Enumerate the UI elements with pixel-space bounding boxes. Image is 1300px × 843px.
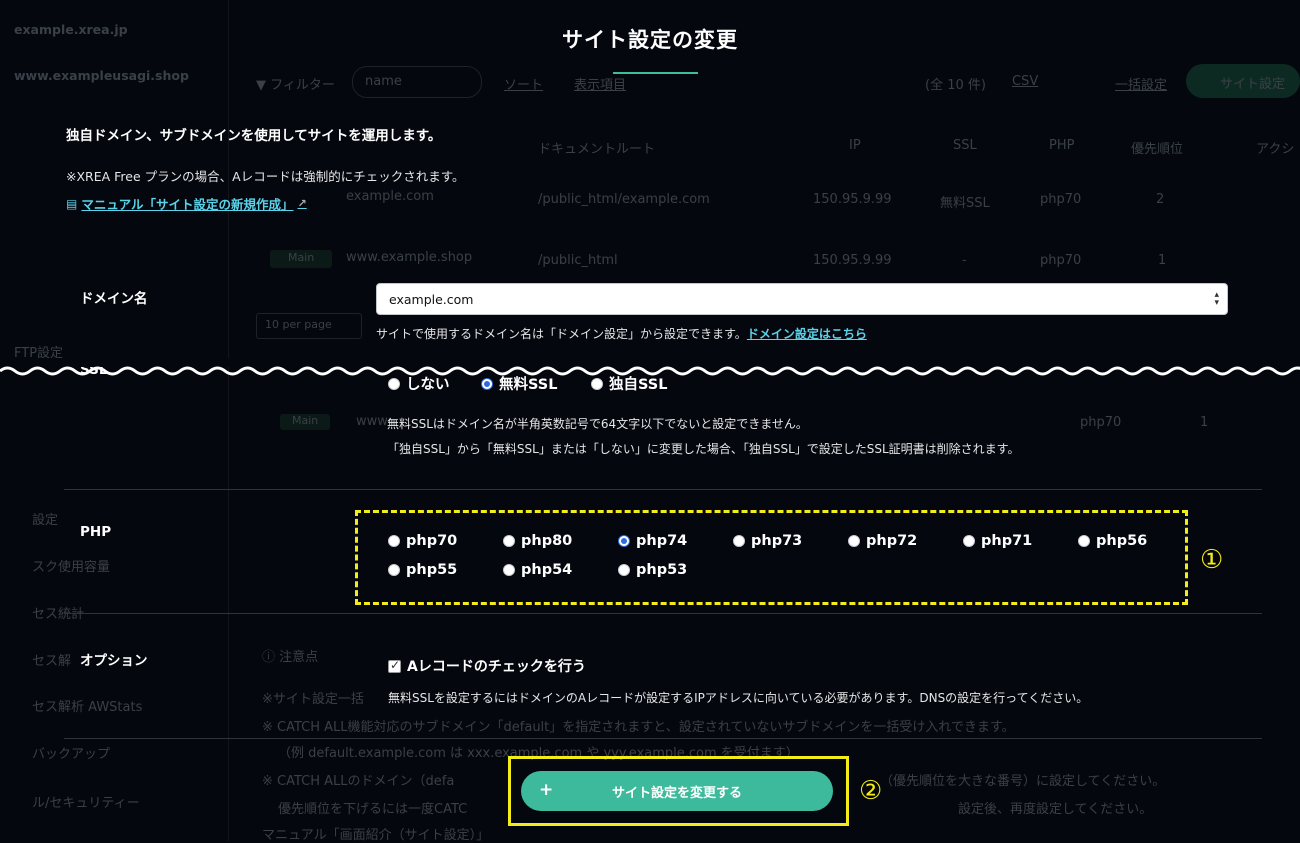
external-link-icon: ↗ [297,197,307,210]
ssl-option-none[interactable]: しない [388,373,450,394]
php-option-php53[interactable]: php53 [618,562,687,578]
radio-icon[interactable] [388,377,400,390]
title-underline [613,72,698,74]
checkbox-checked-icon[interactable] [388,658,401,673]
php-option-label: php72 [866,533,918,549]
radio-icon[interactable] [591,377,603,390]
free-plan-note: ※XREA Free プランの場合、Aレコードは強制的にチェックされます。 [66,169,465,184]
select-arrows-icon: ▴ ▾ [1214,290,1219,308]
radio-icon[interactable] [733,535,745,547]
option-help: 無料SSLを設定するにはドメインのAレコードが設定するIPアドレスに向いている必… [388,691,1089,705]
php-option-label: php71 [981,533,1033,549]
php-option-label: php73 [751,533,803,549]
option-label: オプション [80,653,148,669]
domain-help-text: サイトで使用するドメイン名は「ドメイン設定」から設定できます。 [376,327,747,341]
site-settings-modal: サイト設定の変更 独自ドメイン、サブドメインを使用してサイトを運用します。 ※X… [0,0,1300,841]
ssl-help-2: 「独自SSL」から「無料SSL」または「しない」に変更した場合、「独自SSL」で… [387,442,1020,456]
php-option-label: php55 [406,562,458,578]
php-option-php72[interactable]: php72 [848,533,917,549]
php-option-label: php53 [636,562,688,578]
radio-selected-icon[interactable] [481,377,493,390]
radio-icon[interactable] [963,535,975,547]
ssl-option-free[interactable]: 無料SSL [481,373,557,394]
section-divider [64,613,1262,614]
radio-icon[interactable] [503,535,515,547]
php-option-php54[interactable]: php54 [503,562,572,578]
ssl-option-label: しない [406,377,450,393]
domain-select-value: example.com [389,292,474,307]
php-option-php55[interactable]: php55 [388,562,457,578]
book-icon: ▤ [66,196,78,211]
radio-icon[interactable] [388,564,400,576]
radio-icon[interactable] [388,535,400,547]
manual-link-text[interactable]: マニュアル「サイト設定の新規作成」 [81,194,293,213]
ssl-help-1: 無料SSLはドメイン名が半角英数記号で64文字以下でないと設定できません。 [387,417,808,431]
section-divider [64,489,1262,490]
section-divider [64,738,1262,739]
php-option-php71[interactable]: php71 [963,533,1032,549]
radio-icon[interactable] [618,564,630,576]
domain-label: ドメイン名 [80,291,148,307]
radio-icon[interactable] [848,535,860,547]
checkbox-label: Aレコードのチェックを行う [407,659,586,675]
domain-help: サイトで使用するドメイン名は「ドメイン設定」から設定できます。ドメイン設定はこち… [376,325,867,342]
php-option-label: php80 [521,533,573,549]
radio-icon[interactable] [1078,535,1090,547]
domain-settings-link[interactable]: ドメイン設定はこちら [747,327,867,341]
php-option-label: php54 [521,562,573,578]
modal-title: サイト設定の変更 [562,28,738,52]
domain-select[interactable]: example.com ▴ ▾ [376,283,1228,315]
plus-icon: + [539,780,554,800]
annotation-1: ① [1200,545,1224,575]
php-option-php80[interactable]: php80 [503,533,572,549]
php-option-label: php56 [1096,533,1148,549]
manual-link[interactable]: ▤ マニュアル「サイト設定の新規作成」 ↗ [66,194,307,213]
php-option-php56[interactable]: php56 [1078,533,1147,549]
a-record-checkbox[interactable]: Aレコードのチェックを行う [388,656,586,676]
radio-selected-icon[interactable] [618,535,630,547]
radio-icon[interactable] [503,564,515,576]
php-option-php70[interactable]: php70 [388,533,457,549]
ssl-option-label: 無料SSL [499,377,558,393]
highlight-box-1 [355,510,1188,605]
php-label: PHP [80,524,112,540]
php-option-php73[interactable]: php73 [733,533,802,549]
php-option-php74[interactable]: php74 [618,533,687,549]
php-option-label: php70 [406,533,458,549]
submit-button[interactable]: + サイト設定を変更する [521,771,833,811]
php-option-label: php74 [636,533,688,549]
ssl-option-custom[interactable]: 独自SSL [591,373,667,394]
intro-text: 独自ドメイン、サブドメインを使用してサイトを運用します。 [66,128,442,144]
ssl-option-label: 独自SSL [609,377,668,393]
submit-label: サイト設定を変更する [611,785,742,801]
annotation-2: ② [859,776,883,806]
